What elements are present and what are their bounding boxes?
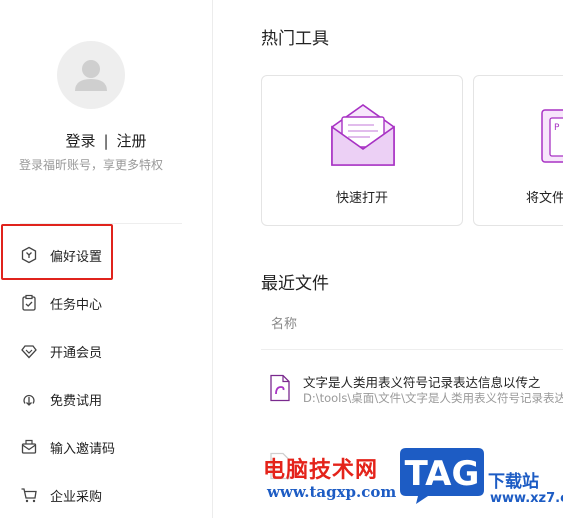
- sidebar-item-label: 任务中心: [50, 297, 103, 313]
- watermark-tag-logo: TAG: [398, 446, 486, 504]
- invite-code-icon: [20, 438, 38, 456]
- sidebar-item-tasks[interactable]: 任务中心: [20, 285, 190, 321]
- login-subtitle: 登录福昕账号，享更多特权: [18, 158, 163, 172]
- watermark-url: www.tagxp.com: [267, 483, 397, 501]
- svg-text:P: P: [554, 123, 560, 133]
- list-divider: [261, 349, 563, 350]
- login-link[interactable]: 登录: [65, 130, 95, 151]
- shopping-cart-icon: [20, 486, 38, 504]
- recent-files-title: 最近文件: [261, 274, 329, 294]
- task-clipboard-icon: [20, 294, 38, 312]
- register-link[interactable]: 注册: [117, 130, 147, 151]
- watermark-logo-text: TAG: [405, 454, 480, 494]
- sidebar: 登录 | 注册 登录福昕账号，享更多特权 偏好设置 任务中心 开通会员 免费试用 输…: [0, 0, 213, 518]
- tool-label: 将文件: [526, 191, 563, 206]
- avatar[interactable]: [57, 41, 125, 109]
- watermark-text: 电脑技术网: [263, 457, 379, 483]
- file-name: 文字是人类用表义符号记录表达信息以传之: [303, 375, 541, 390]
- file-row[interactable]: 文字是人类用表义符号记录表达信息以传之 D:\tools\桌面\文件\文字是人类…: [261, 366, 563, 412]
- download-trial-icon: [20, 390, 38, 408]
- hot-tools-title: 热门工具: [261, 29, 329, 49]
- highlight-box: [1, 224, 113, 280]
- auth-row: 登录 | 注册: [0, 130, 212, 151]
- convert-file-icon: P: [541, 109, 563, 163]
- sidebar-item-free-trial[interactable]: 免费试用: [20, 381, 190, 417]
- sidebar-item-invite-code[interactable]: 输入邀请码: [20, 429, 190, 465]
- user-silhouette-icon: [75, 60, 107, 91]
- file-path: D:\tools\桌面\文件\文字是人类用表义符号记录表达: [303, 391, 563, 405]
- column-header-name[interactable]: 名称: [271, 313, 297, 332]
- tool-card-quick-open[interactable]: 快速打开: [261, 75, 463, 226]
- sidebar-item-label: 企业采购: [50, 489, 103, 505]
- tool-card-convert[interactable]: P 将文件: [473, 75, 563, 226]
- tool-label: 快速打开: [335, 191, 388, 206]
- pdf-file-icon: [270, 374, 290, 402]
- membership-diamond-icon: [20, 342, 38, 360]
- watermark-site-name: 下载站: [488, 472, 539, 492]
- auth-separator: |: [103, 132, 109, 150]
- envelope-open-icon: [331, 104, 395, 166]
- sidebar-item-membership[interactable]: 开通会员: [20, 333, 190, 369]
- sidebar-item-label: 输入邀请码: [50, 441, 116, 457]
- watermark-site-url: www.xz7.com: [490, 491, 563, 506]
- sidebar-item-label: 免费试用: [50, 393, 103, 409]
- sidebar-item-label: 开通会员: [50, 345, 103, 361]
- sidebar-item-enterprise[interactable]: 企业采购: [20, 477, 190, 513]
